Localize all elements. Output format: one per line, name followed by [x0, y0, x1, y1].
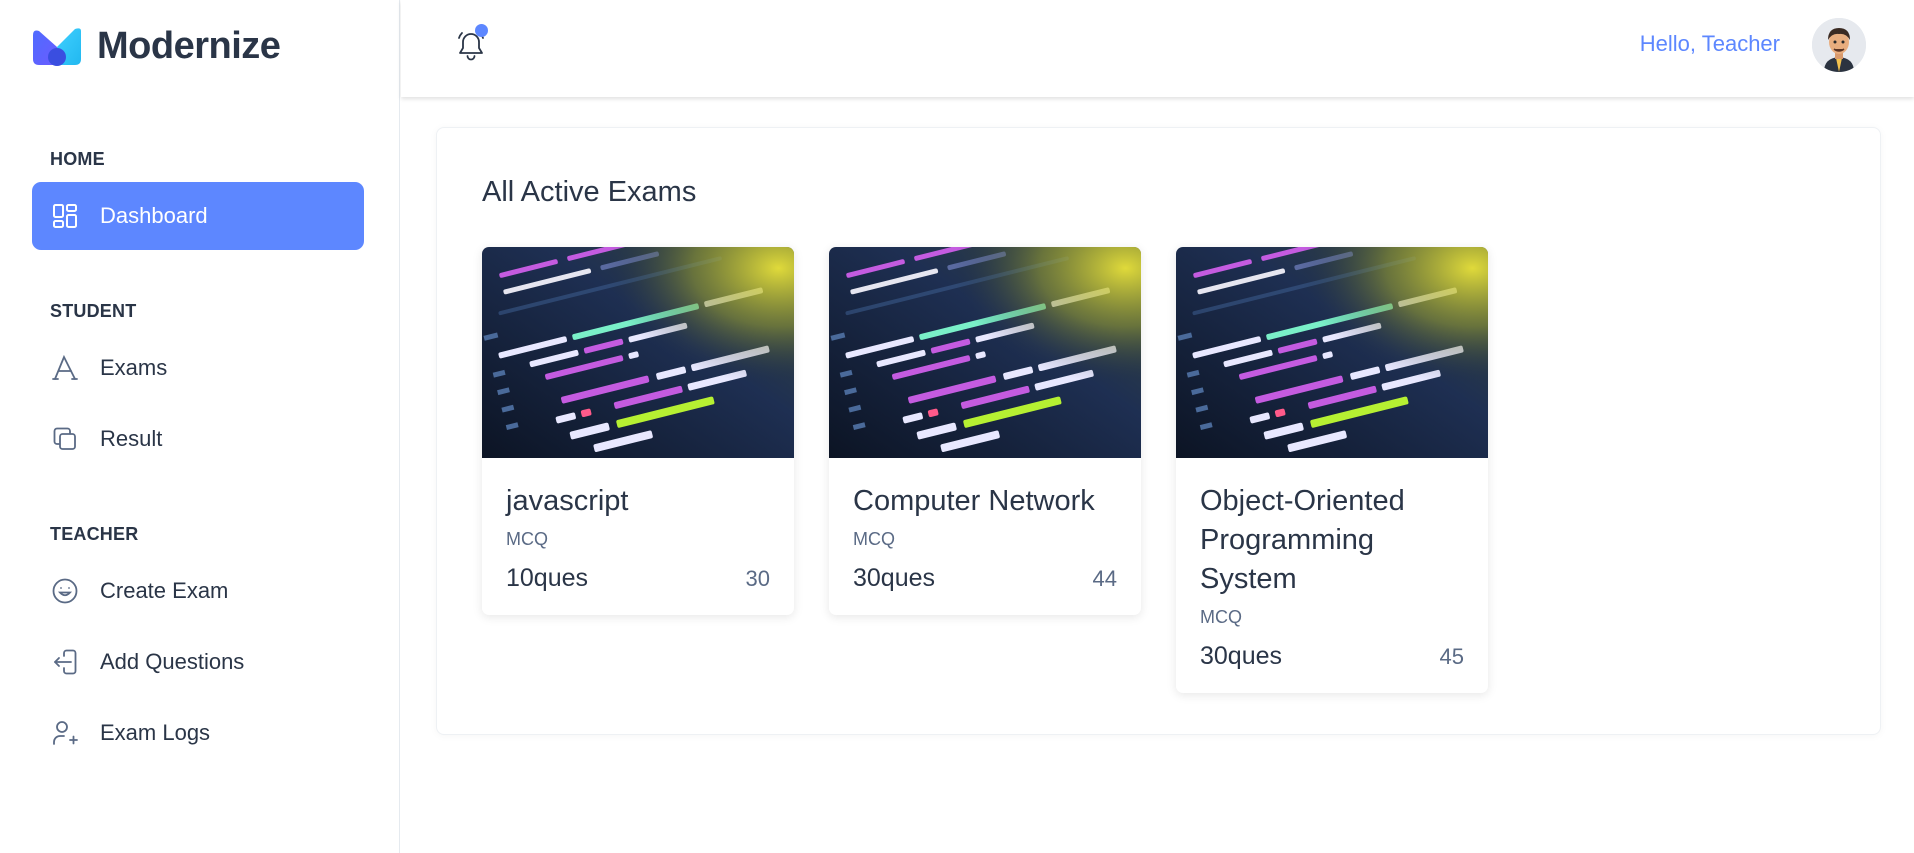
exam-cover-image — [829, 247, 1141, 458]
exam-question-count: 30ques — [1200, 642, 1283, 670]
brand-logo[interactable]: Modernize — [31, 25, 281, 68]
sidebar-item-result[interactable]: Result — [32, 405, 364, 473]
sidebar-item-dashboard[interactable]: Dashboard — [32, 182, 364, 250]
exam-number: 30 — [745, 565, 770, 591]
exam-type: MCQ — [506, 529, 548, 549]
sidebar-item-label: Exams — [100, 355, 168, 380]
exam-card[interactable]: Object-Oriented Programming System MCQ 3… — [1176, 247, 1488, 693]
avatar[interactable] — [1812, 18, 1866, 72]
sidebar-item-label: Add Questions — [100, 649, 245, 674]
nav-caption-student: STUDENT — [50, 301, 137, 321]
dashboard-icon — [50, 201, 80, 231]
exam-title: javascript — [506, 485, 629, 517]
sidebar-item-create-exam[interactable]: Create Exam — [32, 557, 364, 625]
top-header: Hello, Teacher — [401, 0, 1914, 97]
sidebar-item-label: Create Exam — [100, 578, 229, 603]
brand-name: Modernize — [97, 25, 281, 67]
exam-type: MCQ — [853, 529, 895, 549]
sidebar-item-label: Dashboard — [100, 203, 208, 228]
exam-card[interactable]: Computer Network MCQ 30ques 44 — [829, 247, 1141, 615]
sidebar-item-exam-logs[interactable]: Exam Logs — [32, 699, 364, 767]
exam-cover-image — [482, 247, 794, 458]
logo-icon — [31, 27, 83, 67]
sidebar-item-label: Exam Logs — [100, 720, 211, 745]
login-icon — [50, 647, 80, 677]
exam-title: Object-Oriented Programming System — [1200, 485, 1405, 595]
sidebar-item-exams[interactable]: Exams — [32, 334, 364, 402]
page-title: All Active Exams — [482, 176, 697, 208]
exam-title: Computer Network — [853, 485, 1095, 517]
exam-number: 44 — [1092, 565, 1117, 591]
active-exams-panel: All Active Exams javascript MCQ 10ques 3… — [436, 127, 1881, 735]
exam-question-count: 30ques — [853, 564, 936, 592]
typography-icon — [50, 353, 80, 383]
copy-icon — [50, 424, 80, 454]
user-greeting: Hello, Teacher — [1639, 31, 1780, 56]
notification-badge — [475, 24, 488, 37]
sidebar-item-label: Result — [100, 426, 163, 451]
exam-card[interactable]: javascript MCQ 10ques 30 — [482, 247, 794, 615]
nav-caption-home: HOME — [50, 149, 105, 169]
exam-cover-image — [1176, 247, 1488, 458]
exam-type: MCQ — [1200, 607, 1242, 627]
exam-number: 45 — [1439, 643, 1464, 669]
mood-happy-icon — [50, 576, 80, 606]
exam-question-count: 10ques — [506, 564, 589, 592]
notifications-button[interactable] — [455, 24, 491, 64]
user-plus-icon — [50, 718, 80, 748]
sidebar-item-add-questions[interactable]: Add Questions — [32, 628, 364, 696]
sidebar: Modernize HOME Dashboard STUDENT Exams R… — [0, 0, 400, 853]
nav-caption-teacher: TEACHER — [50, 524, 139, 544]
